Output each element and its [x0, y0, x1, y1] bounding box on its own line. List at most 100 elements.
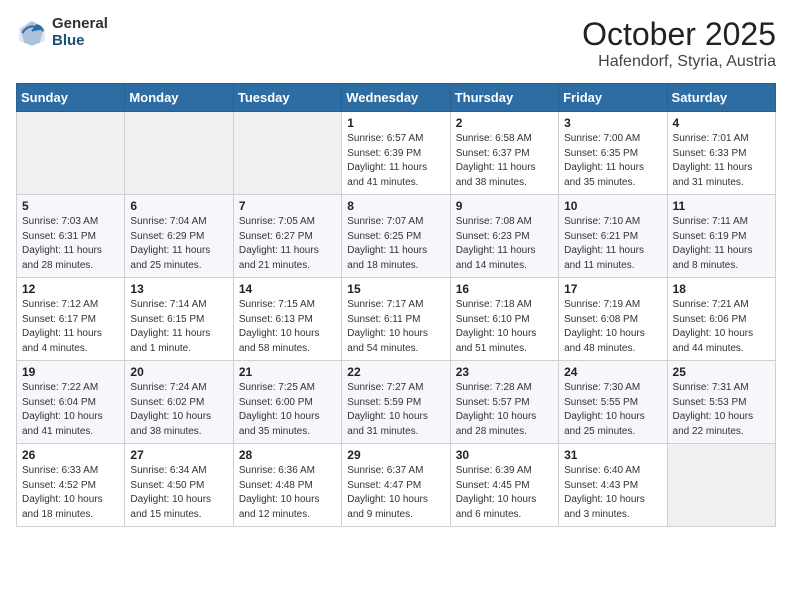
- logo-text: General Blue: [52, 16, 108, 49]
- calendar-cell: 2 Sunrise: 6:58 AMSunset: 6:37 PMDaylight…: [450, 112, 558, 195]
- calendar-cell: 27 Sunrise: 6:34 AMSunset: 4:50 PMDayligh…: [125, 444, 233, 527]
- day-number: 30: [456, 448, 553, 462]
- day-number: 3: [564, 116, 661, 130]
- day-info: Sunrise: 7:10 AMSunset: 6:21 PMDaylight:…: [564, 215, 661, 273]
- day-info: Sunrise: 7:11 AMSunset: 6:19 PMDaylight:…: [673, 215, 770, 273]
- calendar-cell: 9Sunrise: 7:08 AMSunset: 6:23 PMDaylight…: [450, 195, 558, 278]
- calendar-cell: 12 Sunrise: 7:12 AMSunset: 6:17 PMDayligh…: [17, 278, 125, 361]
- weekday-header: Thursday: [450, 84, 558, 112]
- day-number: 27: [130, 448, 227, 462]
- day-info: Sunrise: 7:19 AMSunset: 6:08 PMDaylight:…: [564, 298, 661, 356]
- day-info: Sunrise: 7:12 AMSunset: 6:17 PMDaylight:…: [22, 298, 119, 356]
- calendar-cell: 30Sunrise: 6:39 AMSunset: 4:45 PMDayligh…: [450, 444, 558, 527]
- logo: General Blue: [16, 16, 108, 49]
- day-number: 13: [130, 282, 227, 296]
- day-info: Sunrise: 7:08 AMSunset: 6:23 PMDaylight:…: [456, 215, 553, 273]
- day-number: 6: [130, 199, 227, 213]
- day-number: 22: [347, 365, 444, 379]
- day-number: 24: [564, 365, 661, 379]
- day-number: 25: [673, 365, 770, 379]
- day-number: 16: [456, 282, 553, 296]
- day-number: 11: [673, 199, 770, 213]
- month-title: October 2025: [582, 16, 776, 53]
- day-number: 29: [347, 448, 444, 462]
- day-info: Sunrise: 7:05 AMSunset: 6:27 PMDaylight:…: [239, 215, 336, 273]
- calendar-week-row: 12 Sunrise: 7:12 AMSunset: 6:17 PMDayligh…: [17, 278, 776, 361]
- calendar-cell: 25 Sunrise: 7:31 AMSunset: 5:53 PMDayligh…: [667, 361, 775, 444]
- day-number: 28: [239, 448, 336, 462]
- calendar-cell: 17 Sunrise: 7:19 AMSunset: 6:08 PMDayligh…: [559, 278, 667, 361]
- calendar-cell: 5 Sunrise: 7:03 AMSunset: 6:31 PMDaylight…: [17, 195, 125, 278]
- calendar-table: SundayMondayTuesdayWednesdayThursdayFrid…: [16, 83, 776, 527]
- day-info: Sunrise: 7:24 AMSunset: 6:02 PMDaylight:…: [130, 381, 227, 439]
- day-number: 10: [564, 199, 661, 213]
- day-number: 7: [239, 199, 336, 213]
- calendar-cell: 3 Sunrise: 7:00 AMSunset: 6:35 PMDaylight…: [559, 112, 667, 195]
- calendar-cell: 11 Sunrise: 7:11 AMSunset: 6:19 PMDayligh…: [667, 195, 775, 278]
- day-number: 5: [22, 199, 119, 213]
- calendar-cell: 13Sunrise: 7:14 AMSunset: 6:15 PMDayligh…: [125, 278, 233, 361]
- calendar-week-row: 26 Sunrise: 6:33 AMSunset: 4:52 PMDayligh…: [17, 444, 776, 527]
- day-number: 4: [673, 116, 770, 130]
- day-info: Sunrise: 7:27 AMSunset: 5:59 PMDaylight:…: [347, 381, 444, 439]
- day-number: 31: [564, 448, 661, 462]
- day-number: 8: [347, 199, 444, 213]
- calendar-cell: 8Sunrise: 7:07 AMSunset: 6:25 PMDaylight…: [342, 195, 450, 278]
- weekday-header: Friday: [559, 84, 667, 112]
- calendar-cell: 21Sunrise: 7:25 AMSunset: 6:00 PMDayligh…: [233, 361, 341, 444]
- day-number: 23: [456, 365, 553, 379]
- day-number: 26: [22, 448, 119, 462]
- calendar-cell: 22 Sunrise: 7:27 AMSunset: 5:59 PMDayligh…: [342, 361, 450, 444]
- weekday-header: Monday: [125, 84, 233, 112]
- day-info: Sunrise: 6:57 AMSunset: 6:39 PMDaylight:…: [347, 132, 444, 190]
- calendar-cell: 20Sunrise: 7:24 AMSunset: 6:02 PMDayligh…: [125, 361, 233, 444]
- day-number: 17: [564, 282, 661, 296]
- day-number: 15: [347, 282, 444, 296]
- calendar-cell: 29Sunrise: 6:37 AMSunset: 4:47 PMDayligh…: [342, 444, 450, 527]
- calendar-cell: 7 Sunrise: 7:05 AMSunset: 6:27 PMDaylight…: [233, 195, 341, 278]
- calendar-cell: 18Sunrise: 7:21 AMSunset: 6:06 PMDayligh…: [667, 278, 775, 361]
- day-number: 1: [347, 116, 444, 130]
- day-info: Sunrise: 7:22 AMSunset: 6:04 PMDaylight:…: [22, 381, 119, 439]
- day-number: 19: [22, 365, 119, 379]
- calendar-week-row: 19 Sunrise: 7:22 AMSunset: 6:04 PMDayligh…: [17, 361, 776, 444]
- day-info: Sunrise: 6:58 AMSunset: 6:37 PMDaylight:…: [456, 132, 553, 190]
- calendar-cell: [233, 112, 341, 195]
- weekday-header: Wednesday: [342, 84, 450, 112]
- page-header: General Blue October 2025 Hafendorf, Sty…: [16, 16, 776, 71]
- day-number: 12: [22, 282, 119, 296]
- weekday-header: Sunday: [17, 84, 125, 112]
- calendar-cell: [667, 444, 775, 527]
- calendar-cell: 10 Sunrise: 7:10 AMSunset: 6:21 PMDayligh…: [559, 195, 667, 278]
- calendar-cell: 23 Sunrise: 7:28 AMSunset: 5:57 PMDayligh…: [450, 361, 558, 444]
- day-info: Sunrise: 7:15 AMSunset: 6:13 PMDaylight:…: [239, 298, 336, 356]
- calendar-cell: [17, 112, 125, 195]
- day-info: Sunrise: 7:03 AMSunset: 6:31 PMDaylight:…: [22, 215, 119, 273]
- day-info: Sunrise: 6:34 AMSunset: 4:50 PMDaylight:…: [130, 464, 227, 522]
- day-info: Sunrise: 7:00 AMSunset: 6:35 PMDaylight:…: [564, 132, 661, 190]
- calendar-cell: 15Sunrise: 7:17 AMSunset: 6:11 PMDayligh…: [342, 278, 450, 361]
- calendar-cell: [125, 112, 233, 195]
- day-number: 14: [239, 282, 336, 296]
- calendar-cell: 6Sunrise: 7:04 AMSunset: 6:29 PMDaylight…: [125, 195, 233, 278]
- day-info: Sunrise: 6:40 AMSunset: 4:43 PMDaylight:…: [564, 464, 661, 522]
- calendar-week-row: 1 Sunrise: 6:57 AMSunset: 6:39 PMDaylight…: [17, 112, 776, 195]
- weekday-header-row: SundayMondayTuesdayWednesdayThursdayFrid…: [17, 84, 776, 112]
- calendar-cell: 28Sunrise: 6:36 AMSunset: 4:48 PMDayligh…: [233, 444, 341, 527]
- day-number: 2: [456, 116, 553, 130]
- calendar-cell: 14 Sunrise: 7:15 AMSunset: 6:13 PMDayligh…: [233, 278, 341, 361]
- weekday-header: Saturday: [667, 84, 775, 112]
- day-info: Sunrise: 7:21 AMSunset: 6:06 PMDaylight:…: [673, 298, 770, 356]
- day-info: Sunrise: 7:30 AMSunset: 5:55 PMDaylight:…: [564, 381, 661, 439]
- day-info: Sunrise: 7:28 AMSunset: 5:57 PMDaylight:…: [456, 381, 553, 439]
- location-title: Hafendorf, Styria, Austria: [582, 53, 776, 71]
- day-info: Sunrise: 7:31 AMSunset: 5:53 PMDaylight:…: [673, 381, 770, 439]
- calendar-cell: 1 Sunrise: 6:57 AMSunset: 6:39 PMDaylight…: [342, 112, 450, 195]
- day-number: 21: [239, 365, 336, 379]
- weekday-header: Tuesday: [233, 84, 341, 112]
- title-block: October 2025 Hafendorf, Styria, Austria: [582, 16, 776, 71]
- day-info: Sunrise: 6:33 AMSunset: 4:52 PMDaylight:…: [22, 464, 119, 522]
- calendar-cell: 4Sunrise: 7:01 AMSunset: 6:33 PMDaylight…: [667, 112, 775, 195]
- logo-general: General: [52, 16, 108, 33]
- calendar-cell: 16Sunrise: 7:18 AMSunset: 6:10 PMDayligh…: [450, 278, 558, 361]
